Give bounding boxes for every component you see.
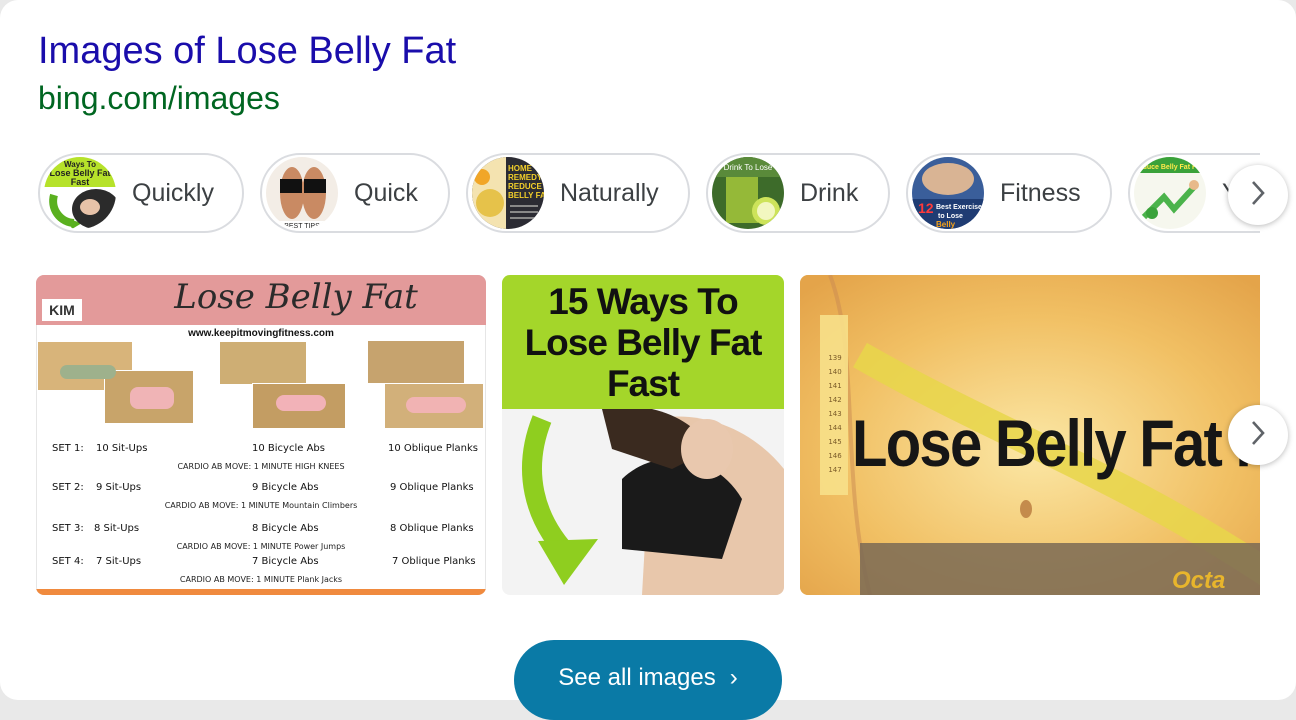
image-result-15-ways[interactable]: 15 Ways To Lose Belly Fat Fast xyxy=(502,275,784,595)
chevron-right-icon xyxy=(1248,419,1268,452)
related-searches-row: Ways To Lose Belly Fat Fast Quickly BEST… xyxy=(38,153,1260,237)
chip-naturally[interactable]: HOME REMEDY REDUCE BELLY FAT Naturally xyxy=(466,153,690,233)
cardio-line: CARDIO AB MOVE: 1 MINUTE Power Jumps xyxy=(176,542,346,551)
tape-mark: 140 xyxy=(828,368,842,376)
chip-fitness[interactable]: 12 Best Exercises to Lose Belly Fitness xyxy=(906,153,1112,233)
chip-thumbnail: HOME REMEDY REDUCE BELLY FAT xyxy=(472,157,544,229)
cardio-line: CARDIO AB MOVE: 1 MINUTE HIGH KNEES xyxy=(177,462,345,471)
set-item: 9 Oblique Planks xyxy=(390,482,474,493)
tape-mark: 143 xyxy=(828,410,842,418)
image-overlay-text: Lose Belly Fat Fa xyxy=(852,406,1260,480)
tape-mark: 141 xyxy=(828,382,842,390)
set-item: 7 Sit-Ups xyxy=(96,556,142,567)
exercise-photo xyxy=(220,342,306,384)
set-label: SET 4: xyxy=(52,556,84,567)
set-item: 9 Sit-Ups xyxy=(96,482,142,493)
image-results-row: Lose Belly Fat KIM www.keepitmovingfitne… xyxy=(36,275,1260,595)
svg-text:Fast: Fast xyxy=(71,177,90,187)
cardio-line: CARDIO AB MOVE: 1 MINUTE Plank Jacks xyxy=(179,575,343,584)
chip-label: Fitness xyxy=(1000,178,1081,207)
set-item: 7 Bicycle Abs xyxy=(252,556,319,567)
chevron-right-icon: › xyxy=(729,664,738,691)
svg-text:HOME: HOME xyxy=(508,164,533,173)
svg-text:12: 12 xyxy=(918,200,934,216)
svg-text:REDUCE: REDUCE xyxy=(508,182,542,191)
images-next-button[interactable] xyxy=(1228,405,1288,465)
woman-photo xyxy=(502,409,784,595)
image-title-text: Lose Belly Fat xyxy=(174,277,418,317)
set-item: 8 Oblique Planks xyxy=(390,523,474,534)
set-item: 8 Sit-Ups xyxy=(94,523,140,534)
set-item: 10 Oblique Planks xyxy=(388,443,478,454)
tape-mark: 139 xyxy=(828,354,842,362)
exercise-photo xyxy=(368,341,464,383)
tape-mark: 142 xyxy=(828,396,842,404)
chip-label: Drink xyxy=(800,178,859,207)
chip-quickly[interactable]: Ways To Lose Belly Fat Fast Quickly xyxy=(38,153,244,233)
chip-label: Quick xyxy=(354,178,418,207)
button-label: See all images xyxy=(558,664,716,691)
source-url: bing.com/images xyxy=(38,80,280,116)
image-result-workout-chart[interactable]: Lose Belly Fat KIM www.keepitmovingfitne… xyxy=(36,275,486,595)
set-item: 10 Bicycle Abs xyxy=(252,443,325,454)
svg-text:to Lose: to Lose xyxy=(938,213,963,220)
svg-text:BELLY FAT: BELLY FAT xyxy=(508,191,544,200)
site-logo: KIM xyxy=(42,299,82,321)
exercise-figure xyxy=(276,395,326,411)
svg-text:Best Exercises: Best Exercises xyxy=(936,204,984,211)
exercise-figure xyxy=(60,365,116,379)
tape-marks: 139 140 141 142 143 144 145 146 147 xyxy=(822,351,848,477)
cardio-line: CARDIO AB MOVE: 1 MINUTE Mountain Climbe… xyxy=(164,501,358,510)
see-all-images-button[interactable]: See all images › xyxy=(514,640,782,720)
image-footer-band xyxy=(36,589,486,595)
set-label: SET 3: xyxy=(52,523,84,534)
tape-mark: 147 xyxy=(828,466,842,474)
set-item: 9 Bicycle Abs xyxy=(252,482,319,493)
chip-thumbnail: Drink To Lose xyxy=(712,157,784,229)
svg-text:Belly: Belly xyxy=(936,220,956,229)
chip-drink[interactable]: Drink To Lose Drink xyxy=(706,153,890,233)
svg-text:Reduce Belly Fat Fast: Reduce Belly Fat Fast xyxy=(1134,164,1206,171)
exercise-figure xyxy=(406,397,466,413)
chip-thumb-text: BEST TIPS xyxy=(284,223,320,229)
exercise-figure xyxy=(130,387,174,409)
set-item: 10 Sit-Ups xyxy=(96,443,148,454)
set-label: SET 1: xyxy=(52,443,84,454)
svg-text:REMEDY: REMEDY xyxy=(508,173,543,182)
tape-mark: 146 xyxy=(828,452,842,460)
set-item: 8 Bicycle Abs xyxy=(252,523,319,534)
chip-thumbnail: BEST TIPS xyxy=(266,157,338,229)
chips-next-button[interactable] xyxy=(1228,165,1288,225)
watermark-text: Octa xyxy=(1172,567,1226,594)
chevron-right-icon xyxy=(1248,179,1268,212)
chip-thumbnail: Ways To Lose Belly Fat Fast xyxy=(44,157,116,229)
image-result-lose-belly-fat-fast[interactable]: 139 140 141 142 143 144 145 146 147 Lose… xyxy=(800,275,1260,595)
chip-quick[interactable]: BEST TIPS Quick xyxy=(260,153,450,233)
headline-line: 15 Ways To xyxy=(548,281,738,322)
site-url-text: www.keepitmovingfitness.com xyxy=(188,328,334,339)
headline-line: Fast xyxy=(606,363,680,404)
tape-mark: 144 xyxy=(828,424,842,432)
image-headline: 15 Ways To Lose Belly Fat Fast xyxy=(502,281,784,404)
svg-text:Drink To Lose: Drink To Lose xyxy=(724,163,773,172)
answer-title-link[interactable]: Images of Lose Belly Fat xyxy=(38,30,456,73)
set-label: SET 2: xyxy=(52,482,84,493)
chip-label: Naturally xyxy=(560,178,659,207)
chip-label: Quickly xyxy=(132,178,214,207)
chip-thumbnail: Reduce Belly Fat Fast xyxy=(1134,157,1206,229)
set-item: 7 Oblique Planks xyxy=(392,556,476,567)
chip-thumbnail: 12 Best Exercises to Lose Belly xyxy=(912,157,984,229)
tape-mark: 145 xyxy=(828,438,842,446)
image-answer-card: Images of Lose Belly Fat bing.com/images… xyxy=(0,0,1296,720)
headline-line: Lose Belly Fat xyxy=(524,322,763,363)
